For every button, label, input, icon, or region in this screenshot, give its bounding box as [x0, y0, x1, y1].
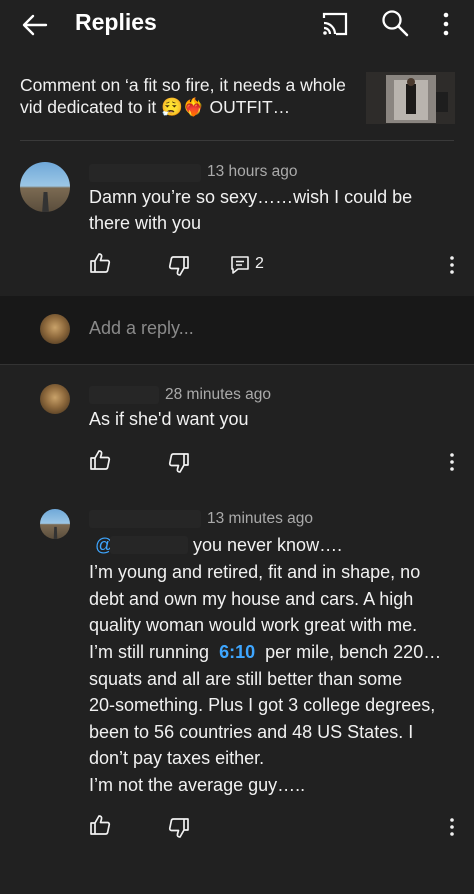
comment-text-line: been to 56 countries and 48 US States. I [89, 722, 414, 742]
comment-text-line: debt and own my house and cars. A high [89, 589, 414, 609]
comment-time: 13 minutes ago [207, 510, 313, 527]
parent-comment: 13 hours ago Damn you’re so sexy……wish I… [0, 142, 474, 294]
comment-text-segment: I’m still running [89, 642, 210, 662]
page-title: Replies [75, 9, 157, 35]
avatar[interactable] [40, 509, 70, 539]
user-avatar [40, 314, 70, 344]
reply-input[interactable]: Add a reply... [89, 318, 194, 339]
comment-text-line: you never know…. [193, 535, 343, 555]
source-comment-text: Comment on ‘a fit so fire, it needs a wh… [20, 75, 346, 117]
comment-time: 28 minutes ago [165, 386, 271, 403]
divider [0, 364, 474, 365]
more-options-icon[interactable] [444, 817, 460, 837]
comment-text-line: quality woman would work great with me. [89, 615, 418, 635]
redacted-mention [110, 536, 188, 554]
avatar[interactable] [40, 384, 70, 414]
comment-text-line: 20-something. Plus I got 3 college degre… [89, 695, 436, 715]
more-options-icon[interactable] [444, 255, 460, 275]
comment-text-line: I’m still running 6:10 per mile, bench 2… [89, 639, 441, 665]
add-reply-bar[interactable]: Add a reply... [0, 296, 474, 364]
source-comment-link[interactable]: Comment on ‘a fit so fire, it needs a wh… [0, 52, 474, 142]
cast-icon[interactable] [320, 10, 350, 38]
comment-text-line: I’m not the average guy….. [89, 775, 306, 795]
comment-text-segment: per mile, bench 220… [265, 642, 442, 662]
redacted-username [89, 510, 201, 528]
timestamp-link[interactable]: 6:10 [219, 642, 255, 662]
dislike-icon[interactable] [168, 817, 190, 839]
back-arrow-icon[interactable] [20, 10, 50, 40]
divider [20, 140, 454, 141]
comment-text-line: don’t pay taxes either. [89, 748, 265, 768]
redacted-username [89, 386, 159, 404]
reply-icon[interactable] [230, 255, 250, 275]
comment-time: 13 hours ago [207, 163, 298, 180]
redacted-username [89, 164, 201, 182]
video-thumbnail[interactable] [366, 72, 455, 124]
comment-text-line: squats and all are still better than som… [89, 669, 403, 689]
more-options-icon[interactable] [444, 452, 460, 472]
dislike-icon[interactable] [168, 452, 190, 474]
avatar[interactable] [20, 162, 70, 212]
more-options-icon[interactable] [433, 10, 459, 38]
comment-text-line: I’m young and retired, fit and in shape,… [89, 562, 421, 582]
reply-count: 2 [255, 255, 264, 272]
app-bar: Replies [0, 0, 474, 50]
like-icon[interactable] [89, 814, 111, 836]
like-icon[interactable] [89, 252, 111, 274]
dislike-icon[interactable] [168, 255, 190, 277]
like-icon[interactable] [89, 449, 111, 471]
comment-text: Damn you’re so sexy……wish I could be the… [89, 187, 413, 233]
search-icon[interactable] [380, 8, 410, 38]
comment-text: As if she'd want you [89, 409, 249, 429]
